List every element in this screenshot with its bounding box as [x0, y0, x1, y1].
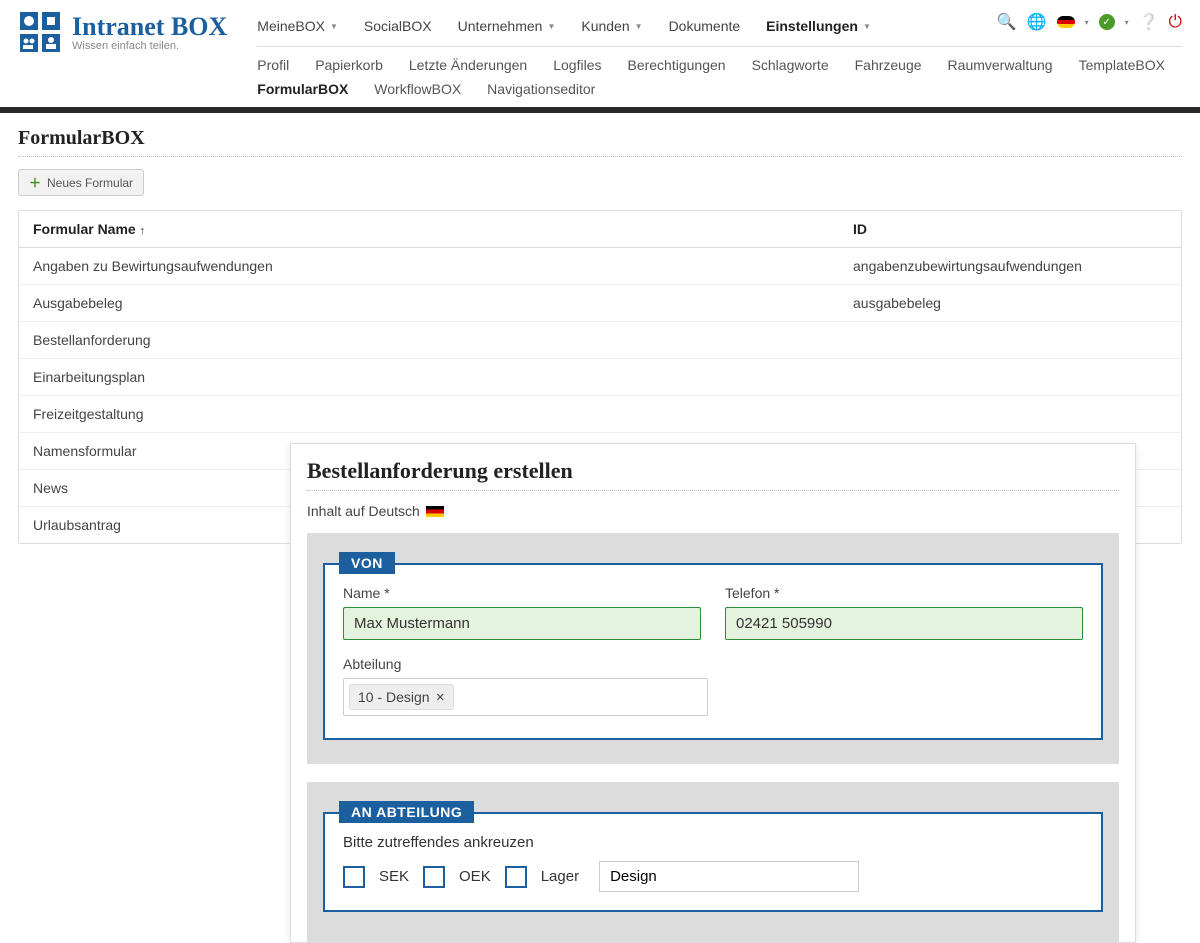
subnav-schlagworte[interactable]: Schlagworte	[752, 57, 829, 73]
telefon-input[interactable]	[725, 607, 1083, 640]
nav-meinebox[interactable]: MeineBOX▼	[257, 18, 338, 34]
col-header-name[interactable]: Formular Name ↑	[19, 211, 839, 247]
nav-unternehmen[interactable]: Unternehmen▼	[458, 18, 556, 34]
modal-subtitle: Inhalt auf Deutsch	[307, 503, 1119, 519]
table-row[interactable]: Freizeitgestaltung	[19, 396, 1181, 433]
globe-icon[interactable]: 🌐	[1027, 12, 1047, 32]
legend-von: VON	[339, 552, 395, 574]
subnav-fahrzeuge[interactable]: Fahrzeuge	[855, 57, 922, 73]
page-title: FormularBOX	[18, 127, 1182, 150]
label-oek: OEK	[459, 868, 491, 885]
subnav-formularbox[interactable]: FormularBOX	[257, 81, 348, 97]
subnav-navigationseditor[interactable]: Navigationseditor	[487, 81, 595, 97]
label-sek: SEK	[379, 868, 409, 885]
nav-dokumente[interactable]: Dokumente	[669, 18, 741, 34]
checkbox-sek[interactable]	[343, 866, 365, 888]
label-lager: Lager	[541, 868, 579, 885]
new-form-button[interactable]: ＋Neues Formular	[18, 169, 144, 196]
subnav-profil[interactable]: Profil	[257, 57, 289, 73]
subnav-logfiles[interactable]: Logfiles	[553, 57, 601, 73]
fieldset-von: VON Name * Telefon * Abteilung 10 - Desi…	[323, 563, 1103, 740]
logo-text: Intranet BOX	[72, 12, 227, 42]
caret-icon: ▼	[330, 22, 338, 31]
checkbox-hint: Bitte zutreffendes ankreuzen	[343, 834, 1083, 851]
checkbox-lager[interactable]	[505, 866, 527, 888]
power-icon[interactable]: ⏻	[1169, 12, 1182, 32]
help-icon[interactable]: ❔	[1139, 12, 1159, 32]
subnav-letzte-aenderungen[interactable]: Letzte Änderungen	[409, 57, 527, 73]
table-row[interactable]: Bestellanforderung	[19, 322, 1181, 359]
chip-remove-icon[interactable]: ✕	[436, 691, 445, 704]
nav-kunden[interactable]: Kunden▼	[581, 18, 642, 34]
abteilung-label: Abteilung	[343, 656, 1083, 672]
logo-area: Intranet BOX Wissen einfach teilen.	[18, 10, 227, 54]
caret-icon: ▼	[635, 22, 643, 31]
fieldset-an-abteilung: AN ABTEILUNG Bitte zutreffendes ankreuze…	[323, 812, 1103, 912]
plus-icon: ＋	[29, 174, 41, 191]
col-header-id[interactable]: ID	[839, 211, 1181, 247]
subnav-raumverwaltung[interactable]: Raumverwaltung	[948, 57, 1053, 73]
nav-socialbox[interactable]: SocialBOX	[364, 18, 432, 34]
subnav-papierkorb[interactable]: Papierkorb	[315, 57, 383, 73]
caret-icon: ▼	[863, 22, 871, 31]
status-ok-icon[interactable]: ✓	[1099, 14, 1115, 30]
abteilung-input[interactable]: 10 - Design✕	[343, 678, 708, 716]
subnav-berechtigungen[interactable]: Berechtigungen	[627, 57, 725, 73]
table-row[interactable]: Ausgabebelegausgabebeleg	[19, 285, 1181, 322]
search-icon[interactable]: 🔍	[997, 12, 1017, 32]
table-row[interactable]: Einarbeitungsplan	[19, 359, 1181, 396]
table-row[interactable]: Angaben zu Bewirtungsaufwendungenangaben…	[19, 248, 1181, 285]
abteilung-chip[interactable]: 10 - Design✕	[349, 684, 454, 710]
name-label: Name *	[343, 585, 701, 601]
sub-nav: Profil Papierkorb Letzte Änderungen Logf…	[257, 47, 1182, 107]
flag-de-icon[interactable]	[1057, 16, 1075, 28]
caret-icon: ▼	[547, 22, 555, 31]
design-input[interactable]	[599, 861, 859, 892]
subnav-templatebox[interactable]: TemplateBOX	[1079, 57, 1165, 73]
header-icons: 🔍 🌐 ▾ ✓▾ ❔ ⏻	[997, 12, 1182, 32]
create-order-modal: Bestellanforderung erstellen Inhalt auf …	[290, 443, 1136, 943]
logo-icon	[18, 10, 62, 54]
legend-an-abteilung: AN ABTEILUNG	[339, 801, 474, 823]
telefon-label: Telefon *	[725, 585, 1083, 601]
modal-title: Bestellanforderung erstellen	[307, 458, 1119, 484]
name-input[interactable]	[343, 607, 701, 640]
subnav-workflowbox[interactable]: WorkflowBOX	[374, 81, 461, 97]
nav-einstellungen[interactable]: Einstellungen▼	[766, 18, 871, 34]
flag-de-icon	[426, 506, 444, 517]
checkbox-oek[interactable]	[423, 866, 445, 888]
sort-asc-icon: ↑	[140, 225, 146, 237]
